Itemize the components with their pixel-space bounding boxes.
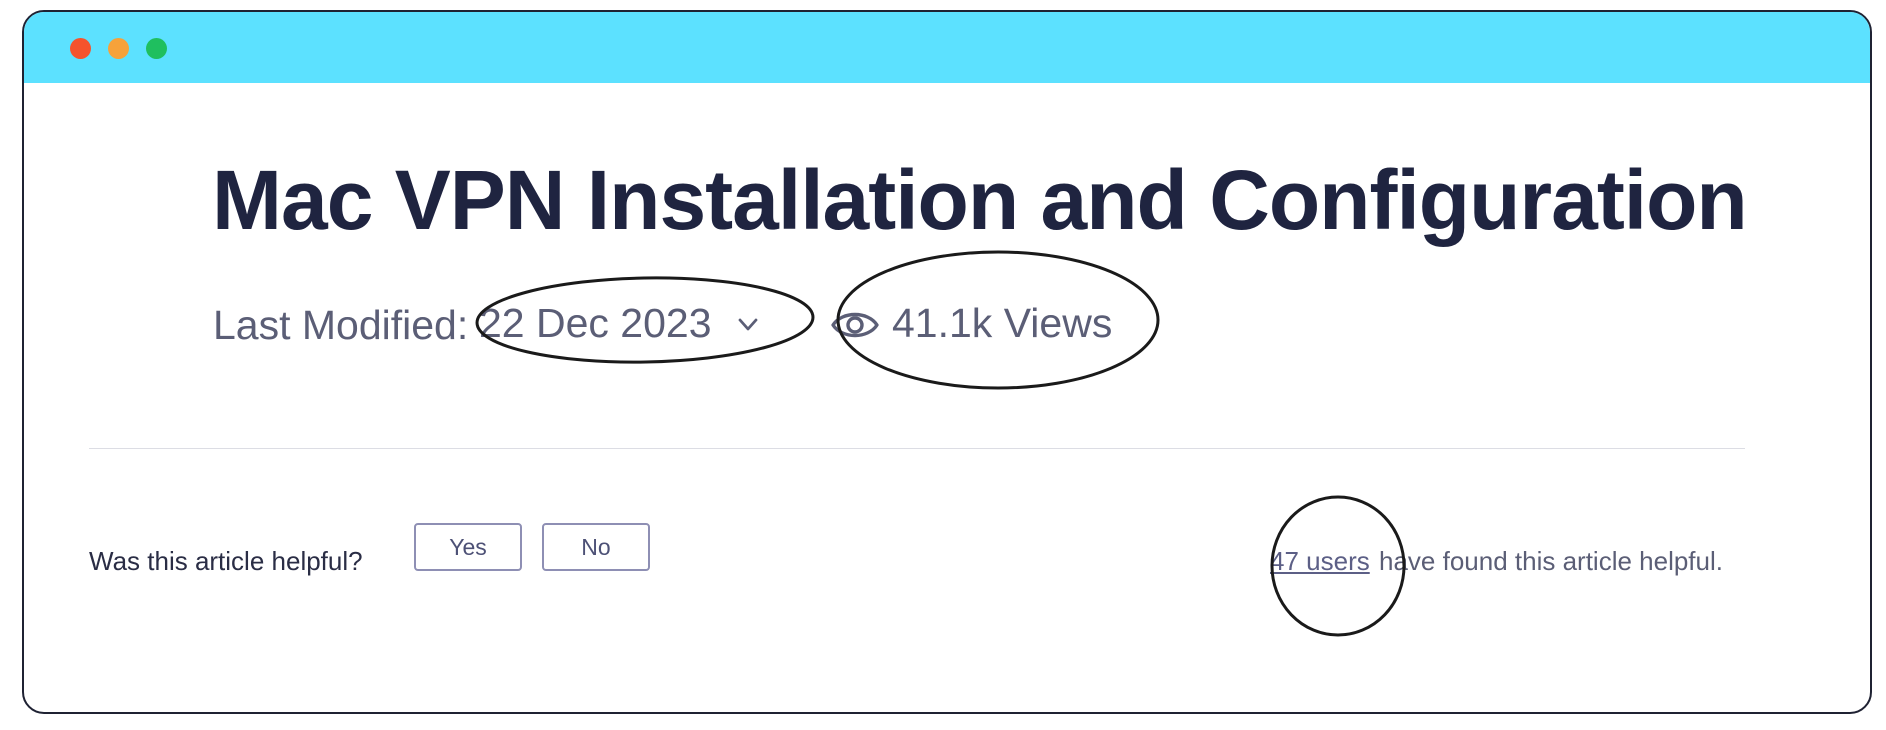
close-window-button[interactable] (70, 38, 91, 59)
helpful-users-link[interactable]: 47 users (1270, 546, 1370, 577)
section-divider (89, 448, 1745, 449)
browser-window (22, 10, 1872, 714)
article-title: Mac VPN Installation and Configuration (212, 153, 1748, 247)
helpful-users-text: have found this article helpful. (1379, 546, 1723, 576)
chevron-down-icon[interactable] (738, 318, 758, 332)
view-count: 41.1k Views (892, 300, 1113, 346)
minimize-window-button[interactable] (108, 38, 129, 59)
no-button[interactable]: No (542, 523, 650, 571)
helpful-question: Was this article helpful? (89, 546, 363, 576)
zoom-window-button[interactable] (146, 38, 167, 59)
yes-button[interactable]: Yes (414, 523, 522, 571)
last-modified-date[interactable]: 22 Dec 2023 (479, 300, 712, 347)
last-modified-label: Last Modified: (213, 302, 469, 348)
window-titlebar (24, 12, 1870, 83)
eye-icon (831, 312, 879, 338)
